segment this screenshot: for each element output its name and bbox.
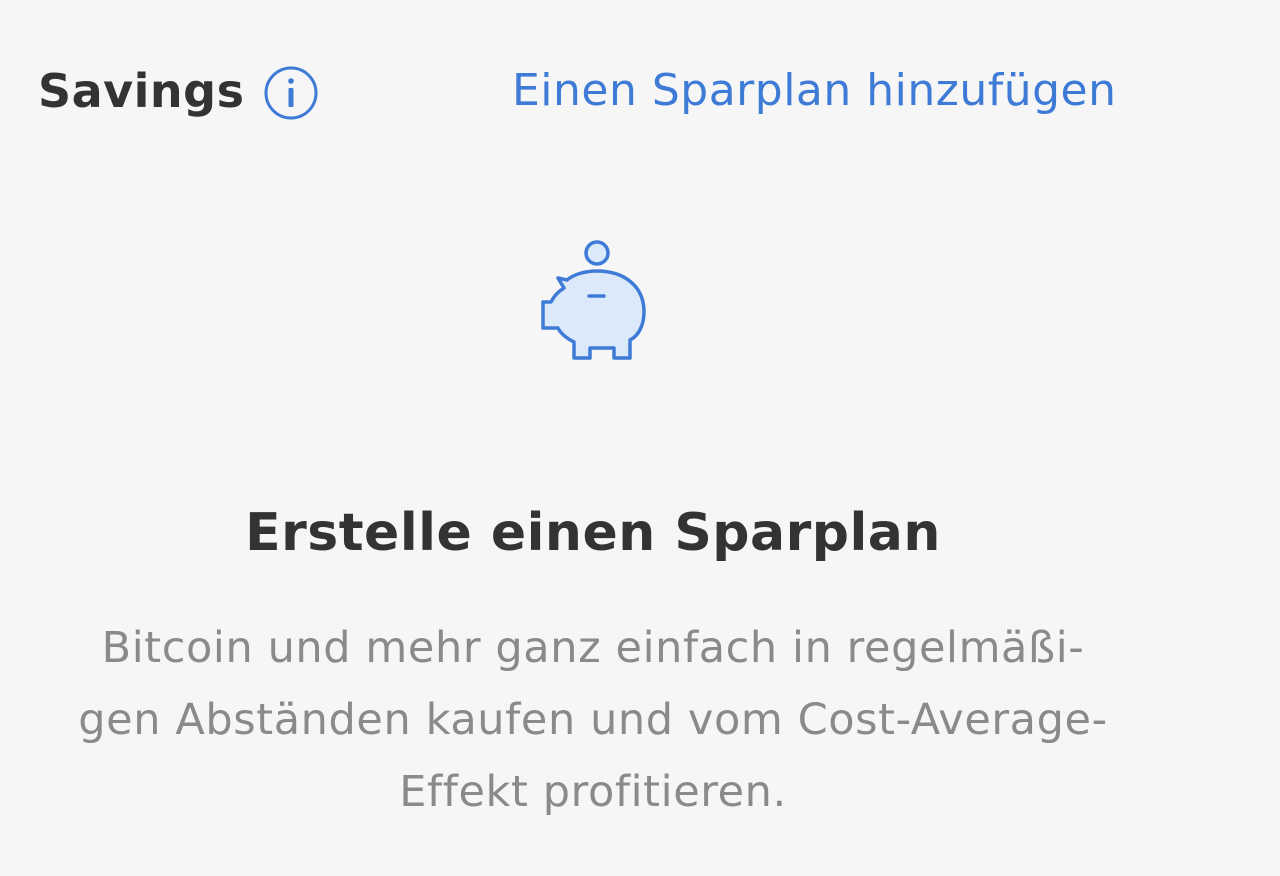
empty-state-description: Bitcoin und mehr ganz einfach in regelmä… [0, 612, 1186, 828]
description-line: Effekt profitieren. [399, 767, 787, 817]
description-line: gen Abständen kaufen und vom Cost-Averag… [78, 695, 1108, 745]
savings-title: Savings [38, 64, 245, 118]
info-circle-icon[interactable] [263, 65, 319, 121]
piggy-bank-icon [541, 240, 646, 360]
description-line: Bitcoin und mehr ganz einfach in regelmä… [101, 623, 1085, 673]
add-savings-plan-link[interactable]: Einen Sparplan hinzufügen [512, 62, 1117, 120]
savings-panel: Savings Einen Sparplan hinzufügen Erstel… [0, 0, 1280, 876]
empty-state-title: Erstelle einen Sparplan [245, 503, 941, 563]
